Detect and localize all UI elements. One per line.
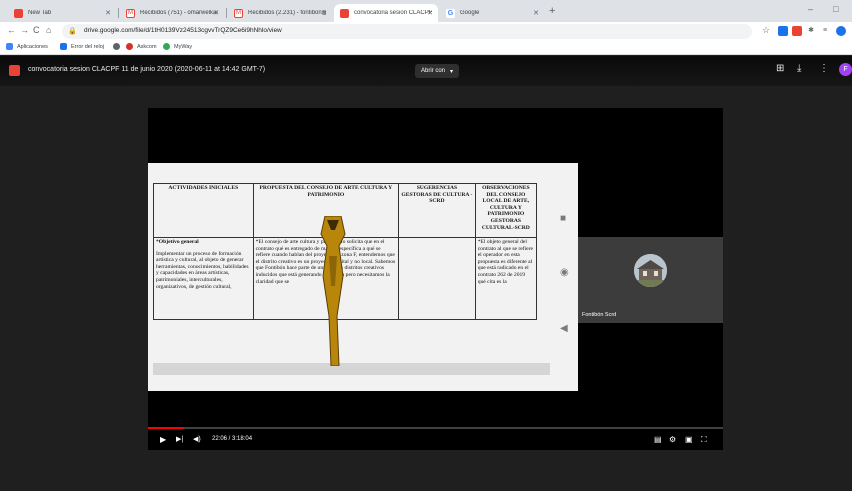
lock-icon: 🔒 xyxy=(68,28,77,35)
gmail-icon: M xyxy=(234,8,243,18)
progress-bar[interactable] xyxy=(148,427,723,429)
shared-slide: ACTIVIDADES INICIALES PROPUESTA DEL CONS… xyxy=(148,163,578,391)
newtab-favicon-icon xyxy=(14,8,23,18)
new-tab-button[interactable]: + xyxy=(549,5,555,17)
maximize-button[interactable]: □ xyxy=(833,4,838,14)
tab-strip: New Tab ✕ M Recibidos (751) - omarwelkam… xyxy=(0,0,852,22)
bookmark-clock-error[interactable]: Error del reloj xyxy=(60,43,104,50)
player-controls: ▶ ▶| ◀) 22:06 / 3:18:04 ▤ ⚙ ▣ ⛶ xyxy=(148,432,723,448)
download-icon[interactable]: ⤓ xyxy=(797,63,801,74)
back-button[interactable]: ← xyxy=(7,25,16,35)
figurine-image xyxy=(320,216,346,366)
participant-avatar xyxy=(634,254,667,287)
settings-gear-icon[interactable]: ⚙ xyxy=(669,435,676,444)
volume-icon[interactable]: ◀) xyxy=(193,435,201,443)
bookmark-icon xyxy=(60,43,67,50)
table-cell xyxy=(398,237,476,320)
close-icon[interactable]: ✕ xyxy=(427,9,433,17)
participant-name: Fontibón Scrd xyxy=(582,312,617,318)
bookmark-askcom[interactable]: Askcom xyxy=(126,43,157,50)
open-with-button[interactable]: Abrir con ▾ xyxy=(415,64,460,78)
close-icon[interactable]: ✕ xyxy=(321,9,327,17)
table-header-cell: ACTIVIDADES INICIALES xyxy=(153,183,254,238)
extension-icon[interactable] xyxy=(778,26,788,36)
time-display: 22:06 / 3:18:04 xyxy=(212,436,253,442)
myway-icon xyxy=(163,43,170,50)
tab-new-tab[interactable]: New Tab ✕ xyxy=(8,4,116,22)
play-button[interactable]: ▶ xyxy=(160,435,166,444)
bookmark-myway[interactable]: MyWay xyxy=(163,43,192,50)
subtitles-icon[interactable]: ▤ xyxy=(654,435,662,444)
close-icon[interactable]: ✕ xyxy=(533,9,539,17)
back-triangle-icon: ◀ xyxy=(560,323,568,334)
file-title: convocatoria sesion CLACPF 11 de junio 2… xyxy=(28,66,266,73)
drive-file-icon xyxy=(340,8,349,18)
video-player[interactable]: ACTIVIDADES INICIALES PROPUESTA DEL CONS… xyxy=(148,108,723,450)
apps-grid-icon xyxy=(6,43,13,50)
extension-icon[interactable] xyxy=(792,26,802,36)
ask-icon xyxy=(126,43,133,50)
video-file-icon xyxy=(9,65,20,76)
miniplayer-icon[interactable]: ▣ xyxy=(685,435,693,444)
reading-list-icon[interactable]: ≡ xyxy=(820,26,830,36)
tab-gmail-1[interactable]: M Recibidos (751) - omarwelkama · ✕ xyxy=(120,4,224,22)
bookmarks-bar: Aplicaciones Error del reloj Askcom MyWa… xyxy=(0,41,852,55)
account-avatar[interactable]: F xyxy=(839,63,852,76)
more-options-icon[interactable]: ⋮ xyxy=(819,63,829,74)
record-icon: ◉ xyxy=(560,267,569,278)
bookmark-unnamed[interactable] xyxy=(113,43,124,50)
browser-toolbar: ← → C ⌂ 🔒 drive.google.com/file/d/1tH013… xyxy=(0,22,852,41)
table-cell: *Objetivo general Implementar un proceso… xyxy=(153,237,254,320)
table-cell: *El objeto general del contrato al que s… xyxy=(474,237,538,320)
reload-button[interactable]: C xyxy=(33,25,40,35)
add-comment-icon[interactable]: ⊞ xyxy=(776,63,784,74)
stop-icon: ■ xyxy=(560,213,567,224)
minimize-button[interactable]: – xyxy=(808,4,813,14)
tab-gmail-2[interactable]: M Recibidos (2.231) - fontibon@sc ✕ xyxy=(228,4,332,22)
url-text[interactable]: drive.google.com/file/d/1tH0139Vz24513cg… xyxy=(84,27,282,34)
close-icon[interactable]: ✕ xyxy=(105,9,111,17)
globe-icon xyxy=(113,43,120,50)
viewer-header: convocatoria sesion CLACPF 11 de junio 2… xyxy=(0,56,852,86)
bookmark-star-icon[interactable]: ☆ xyxy=(762,25,770,36)
bookmark-apps[interactable]: Aplicaciones xyxy=(6,43,48,50)
profile-avatar[interactable] xyxy=(836,26,846,36)
address-bar[interactable]: 🔒 drive.google.com/file/d/1tH0139Vz24513… xyxy=(62,24,752,39)
tab-drive-active[interactable]: convocatoria sesion CLACPF 11 · ✕ xyxy=(334,4,438,22)
home-button[interactable]: ⌂ xyxy=(46,25,51,35)
table-header-cell: OBSERVACIONES DEL CONSEJO LOCAL DE ARTE,… xyxy=(474,183,538,238)
next-button[interactable]: ▶| xyxy=(176,435,183,443)
progress-fill xyxy=(148,427,185,429)
drive-viewer: convocatoria sesion CLACPF 11 de junio 2… xyxy=(0,56,852,491)
extensions-puzzle-icon[interactable]: ✱ xyxy=(806,26,816,36)
gmail-icon: M xyxy=(126,8,135,18)
google-icon: G xyxy=(446,8,455,18)
chevron-down-icon: ▾ xyxy=(450,68,454,75)
fullscreen-icon[interactable]: ⛶ xyxy=(701,435,707,445)
forward-button[interactable]: → xyxy=(20,25,29,35)
tab-google[interactable]: G Google ✕ xyxy=(440,4,544,22)
close-icon[interactable]: ✕ xyxy=(213,9,219,17)
participant-tile: Fontibón Scrd xyxy=(578,237,723,323)
table-header-cell: SUGERENCIAS GESTORAS DE CULTURA -SCRD xyxy=(398,183,476,238)
